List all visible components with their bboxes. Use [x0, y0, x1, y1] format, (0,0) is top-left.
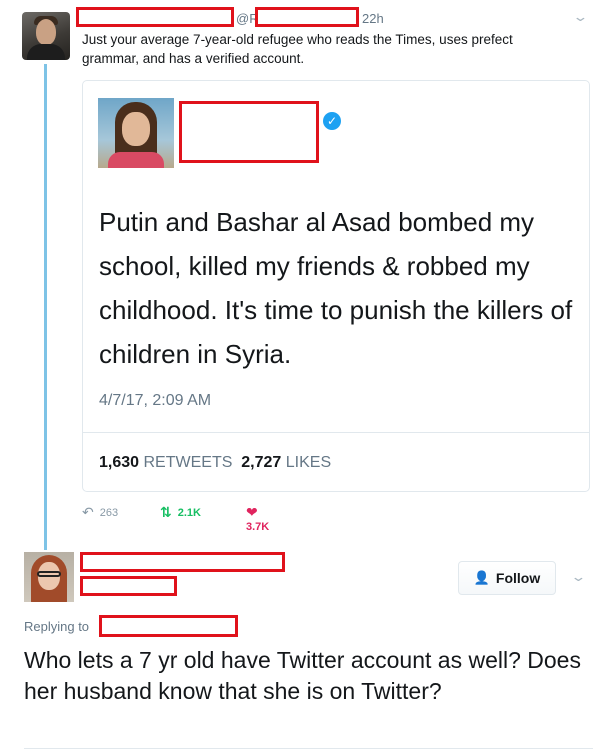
tweet2-avatar[interactable]	[24, 552, 74, 602]
quoted-tweet-date[interactable]: 4/7/17, 2:09 AM	[99, 392, 211, 410]
tweet1-avatar[interactable]	[22, 12, 70, 60]
replying-to-label: Replying to	[24, 619, 90, 634]
tweet2-text: Who lets a 7 yr old have Twitter account…	[24, 647, 581, 704]
thread-connector-line	[44, 64, 47, 550]
follow-button[interactable]: 👤 Follow	[458, 561, 556, 595]
redacted-handle	[255, 7, 359, 27]
retweet-button[interactable]: ⇅ 2.1K	[160, 504, 201, 521]
follow-label: Follow	[495, 570, 541, 586]
retweets-count[interactable]: 1,630	[99, 454, 139, 471]
redacted-replying-handle	[99, 615, 238, 637]
reply-count: 263	[99, 507, 119, 519]
chevron-down-icon[interactable]: ⌄	[572, 9, 588, 25]
follow-person-icon: 👤	[473, 570, 490, 585]
retweets-label[interactable]: RETWEETS	[144, 454, 233, 471]
quoted-tweet-text: Putin and Bashar al Asad bombed my schoo…	[99, 207, 573, 369]
likes-count[interactable]: 2,727	[241, 454, 281, 471]
reply-button[interactable]: ↶ 263	[82, 504, 118, 521]
heart-icon: ❤	[246, 504, 258, 520]
like-button[interactable]: ❤3.7K	[246, 504, 269, 533]
verified-badge-icon: ✓	[323, 112, 341, 130]
retweet-icon: ⇅	[160, 504, 172, 520]
quoted-tweet-avatar[interactable]	[98, 98, 174, 168]
quoted-divider	[82, 432, 590, 433]
like-count: 3.7K	[246, 521, 270, 533]
quoted-tweet-stats: 1,630 RETWEETS 2,727 LIKES	[99, 454, 331, 472]
redacted-reply-name	[80, 552, 285, 572]
redacted-display-name	[76, 7, 234, 27]
tweet1-text: Just your average 7-year-old refugee who…	[82, 32, 513, 66]
retweet-count: 2.1K	[177, 507, 201, 519]
reply-icon: ↶	[82, 504, 94, 520]
chevron-down-icon[interactable]: ⌄	[570, 569, 586, 585]
redacted-quoted-name	[179, 101, 319, 163]
tweet1-timestamp[interactable]: 22h	[362, 11, 384, 26]
tweet2-bottom-divider	[24, 748, 593, 749]
likes-label[interactable]: LIKES	[286, 454, 331, 471]
redacted-reply-handle	[80, 576, 177, 596]
